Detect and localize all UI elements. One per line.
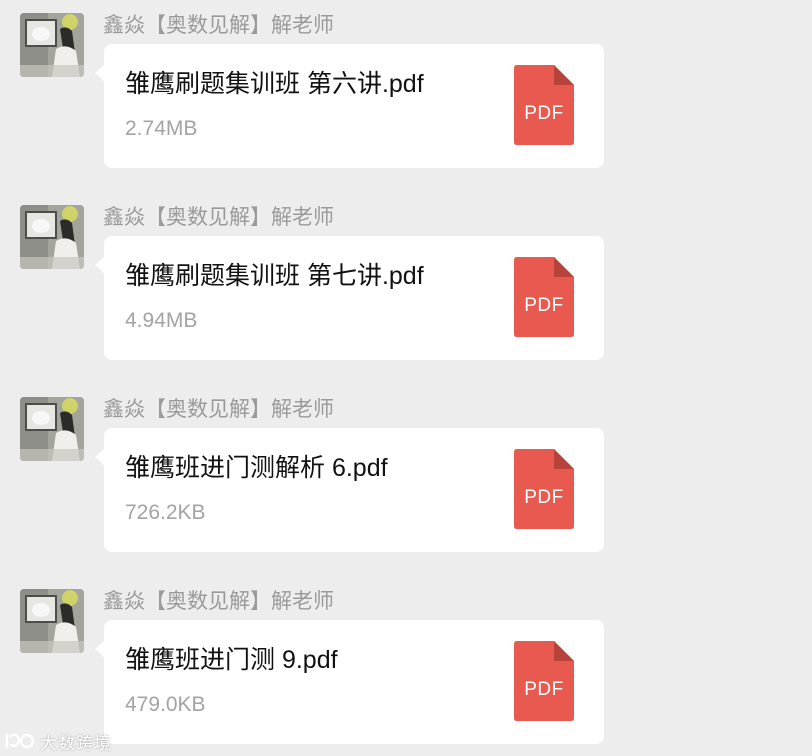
file-message-bubble[interactable]: 雏鹰刷题集训班 第六讲.pdf 2.74MB PDF [95,44,604,168]
chat-message: 鑫焱【奥数见解】解老师 雏鹰刷题集训班 第六讲.pdf 2.74MB PDF [0,0,812,180]
pdf-icon-label: PDF [524,487,564,508]
pdf-icon-label: PDF [524,295,564,316]
chat-message: 鑫焱【奥数见解】解老师 雏鹰班进门测解析 6.pdf 726.2KB PDF [0,384,812,564]
sender-name: 鑫焱【奥数见解】解老师 [103,398,334,421]
file-name: 雏鹰班进门测解析 6.pdf [125,454,388,482]
pdf-icon-label: PDF [524,103,564,124]
file-message-bubble[interactable]: 雏鹰班进门测解析 6.pdf 726.2KB PDF [95,428,604,552]
pdf-file-icon: PDF [514,257,574,337]
file-size: 4.94MB [125,309,198,332]
file-name: 雏鹰刷题集训班 第七讲.pdf [125,262,424,290]
chat-message: 鑫焱【奥数见解】解老师 雏鹰刷题集训班 第七讲.pdf 4.94MB PDF [0,192,812,372]
chat-message-list: 鑫焱【奥数见解】解老师 雏鹰刷题集训班 第六讲.pdf 2.74MB PDF 鑫… [0,0,812,756]
avatar[interactable] [20,13,84,77]
avatar[interactable] [20,205,84,269]
avatar[interactable] [20,589,84,653]
pdf-file-icon: PDF [514,65,574,145]
file-size: 726.2KB [125,501,206,524]
file-message-bubble[interactable]: 雏鹰刷题集训班 第七讲.pdf 4.94MB PDF [95,236,604,360]
sender-name: 鑫焱【奥数见解】解老师 [103,590,334,613]
pdf-icon-label: PDF [524,679,564,700]
pdf-file-icon: PDF [514,641,574,721]
file-name: 雏鹰刷题集训班 第六讲.pdf [125,70,424,98]
watermark-text: 大数跨境 [40,733,112,753]
file-message-bubble[interactable]: 雏鹰班进门测 9.pdf 479.0KB PDF [95,620,604,744]
avatar[interactable] [20,397,84,461]
pdf-file-icon: PDF [514,449,574,529]
file-name: 雏鹰班进门测 9.pdf [125,646,338,674]
chat-message: 鑫焱【奥数见解】解老师 雏鹰班进门测 9.pdf 479.0KB PDF [0,576,812,756]
watermark: 大数跨境 [3,728,112,754]
logo-icon [5,733,35,749]
file-size: 2.74MB [125,117,198,140]
sender-name: 鑫焱【奥数见解】解老师 [103,14,334,37]
file-size: 479.0KB [125,693,206,716]
sender-name: 鑫焱【奥数见解】解老师 [103,206,334,229]
